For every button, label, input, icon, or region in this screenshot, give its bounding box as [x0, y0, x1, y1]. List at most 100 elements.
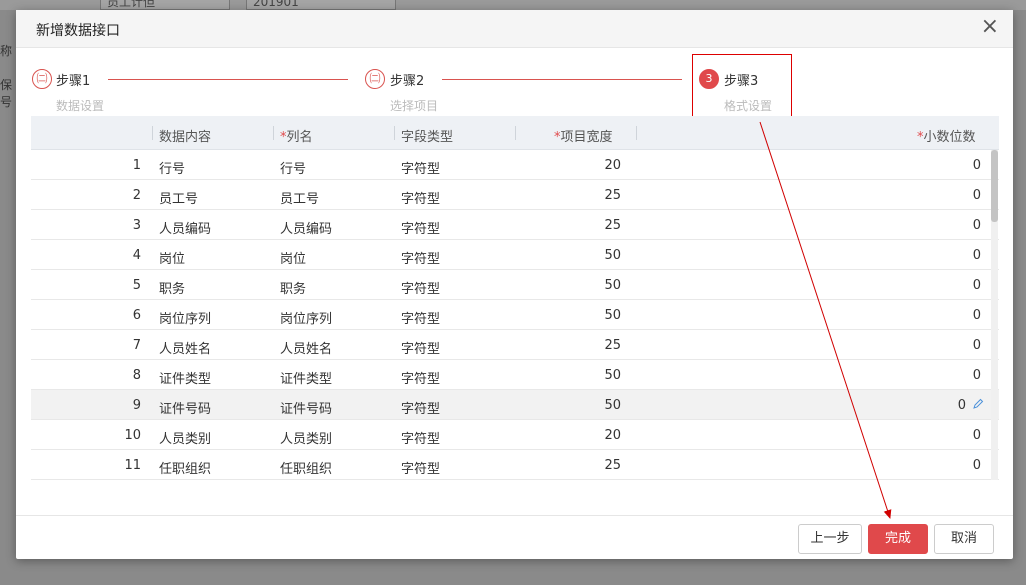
item-width-cell[interactable]: 50 [521, 398, 621, 413]
field-type-cell[interactable]: 字符型 [401, 188, 440, 207]
data-content-cell[interactable]: 人员姓名 [159, 338, 211, 357]
decimal-places-cell[interactable]: 0 [831, 338, 981, 353]
data-content-cell[interactable]: 证件类型 [159, 368, 211, 387]
data-content-cell[interactable]: 证件号码 [159, 398, 211, 417]
item-width-cell[interactable]: 25 [521, 338, 621, 353]
decimal-places-cell[interactable]: 0 [831, 458, 981, 473]
decimal-places-cell[interactable]: 0 [831, 428, 981, 443]
field-type-cell[interactable]: 字符型 [401, 248, 440, 267]
column-name-cell[interactable]: 人员姓名 [280, 338, 332, 357]
decimal-places-cell[interactable]: 0 [831, 218, 981, 233]
cancel-button[interactable]: 取消 [934, 524, 994, 554]
field-type-cell[interactable]: 字符型 [401, 278, 440, 297]
background-side-label-2: 保号 [0, 78, 13, 109]
wizard-steps: ㈡ 步骤1 数据设置 ㈡ 步骤2 选择项目 3 步骤3 格式设置 [16, 48, 1013, 120]
item-width-cell[interactable]: 20 [521, 428, 621, 443]
data-content-cell[interactable]: 任职组织 [159, 458, 211, 477]
row-index-cell: 7 [132, 338, 141, 353]
item-width-cell[interactable]: 50 [521, 368, 621, 383]
step-2-title: 步骤2 [390, 74, 425, 89]
table-row[interactable]: 8 证件类型 证件类型 字符型 50 0 [31, 360, 999, 390]
column-name-cell[interactable]: 员工号 [280, 188, 319, 207]
decimal-places-cell[interactable]: 0 [831, 158, 981, 173]
item-width-cell[interactable]: 50 [521, 278, 621, 293]
table-row[interactable]: 1 行号 行号 字符型 20 0 [31, 150, 999, 180]
data-content-cell[interactable]: 行号 [159, 158, 185, 177]
dialog-header: 新增数据接口 × [16, 10, 1013, 48]
data-content-cell[interactable]: 人员编码 [159, 218, 211, 237]
table-row[interactable]: 11 任职组织 任职组织 字符型 25 0 [31, 450, 999, 480]
header-divider [273, 126, 274, 140]
data-content-cell[interactable]: 人员类别 [159, 428, 211, 447]
step-1-title: 步骤1 [56, 74, 91, 89]
table-row[interactable]: 9 证件号码 证件号码 字符型 50 0 [31, 390, 999, 420]
table-row[interactable]: 3 人员编码 人员编码 字符型 25 0 [31, 210, 999, 240]
item-width-cell[interactable]: 50 [521, 308, 621, 323]
column-name-cell[interactable]: 职务 [280, 278, 306, 297]
close-icon[interactable]: × [981, 14, 999, 40]
dialog-title: 新增数据接口 [36, 23, 120, 39]
field-type-cell[interactable]: 字符型 [401, 428, 440, 447]
decimal-places-cell[interactable]: 0 [831, 188, 981, 203]
column-name-cell[interactable]: 证件号码 [280, 398, 332, 417]
header-label: 小数位数 [923, 130, 976, 145]
data-content-cell[interactable]: 员工号 [159, 188, 198, 207]
background-field-1: 员工计但 [100, 0, 230, 10]
column-name-cell[interactable]: 人员编码 [280, 218, 332, 237]
row-index-cell: 1 [132, 158, 141, 173]
table-row[interactable]: 5 职务 职务 字符型 50 0 [31, 270, 999, 300]
decimal-places-cell[interactable]: 0 [831, 308, 981, 323]
header-data-content: 数据内容 [159, 126, 211, 145]
field-type-cell[interactable]: 字符型 [401, 338, 440, 357]
scrollbar-thumb[interactable] [991, 150, 998, 222]
header-label: 字段类型 [401, 130, 454, 145]
decimal-places-cell[interactable]: 0 [831, 398, 966, 413]
column-name-cell[interactable]: 岗位序列 [280, 308, 332, 327]
field-type-cell[interactable]: 字符型 [401, 158, 440, 177]
field-type-cell[interactable]: 字符型 [401, 308, 440, 327]
data-content-cell[interactable]: 岗位 [159, 248, 185, 267]
table-scrollbar[interactable] [991, 150, 998, 480]
table-row[interactable]: 6 岗位序列 岗位序列 字符型 50 0 [31, 300, 999, 330]
column-name-cell[interactable]: 证件类型 [280, 368, 332, 387]
item-width-cell[interactable]: 20 [521, 158, 621, 173]
table-row[interactable]: 2 员工号 员工号 字符型 25 0 [31, 180, 999, 210]
data-content-cell[interactable]: 岗位序列 [159, 308, 211, 327]
step-2-subtitle: 选择项目 [390, 99, 439, 113]
field-type-cell[interactable]: 字符型 [401, 368, 440, 387]
row-index-cell: 11 [124, 458, 141, 473]
column-name-cell[interactable]: 人员类别 [280, 428, 332, 447]
finish-button[interactable]: 完成 [868, 524, 928, 554]
column-name-cell[interactable]: 任职组织 [280, 458, 332, 477]
step-3-annotation-box [692, 54, 792, 120]
edit-pencil-icon[interactable] [972, 398, 984, 410]
field-type-cell[interactable]: 字符型 [401, 458, 440, 477]
header-label: 数据内容 [159, 130, 212, 145]
header-label: 列名 [286, 130, 313, 145]
previous-step-button[interactable]: 上一步 [798, 524, 862, 554]
data-content-cell[interactable]: 职务 [159, 278, 185, 297]
row-index-cell: 6 [132, 308, 141, 323]
step-connector-2 [442, 79, 682, 80]
field-type-cell[interactable]: 字符型 [401, 218, 440, 237]
header-divider [515, 126, 516, 140]
field-type-cell[interactable]: 字符型 [401, 398, 440, 417]
item-width-cell[interactable]: 25 [521, 188, 621, 203]
table-row[interactable]: 4 岗位 岗位 字符型 50 0 [31, 240, 999, 270]
format-settings-table: 数据内容 *列名 字段类型 *项目宽度 *小数位数 1 行号 行号 字符型 20 0 2 员工… [31, 116, 999, 488]
decimal-places-cell[interactable]: 0 [831, 368, 981, 383]
decimal-places-cell[interactable]: 0 [831, 248, 981, 263]
item-width-cell[interactable]: 50 [521, 248, 621, 263]
table-header: 数据内容 *列名 字段类型 *项目宽度 *小数位数 [31, 116, 999, 150]
dialog-footer: 上一步 完成 取消 [16, 515, 1013, 559]
row-index-cell: 4 [132, 248, 141, 263]
item-width-cell[interactable]: 25 [521, 458, 621, 473]
column-name-cell[interactable]: 岗位 [280, 248, 306, 267]
table-row[interactable]: 7 人员姓名 人员姓名 字符型 25 0 [31, 330, 999, 360]
header-decimal-places: *小数位数 [917, 126, 976, 145]
item-width-cell[interactable]: 25 [521, 218, 621, 233]
decimal-places-cell[interactable]: 0 [831, 278, 981, 293]
header-column-name: *列名 [280, 126, 313, 145]
table-row[interactable]: 10 人员类别 人员类别 字符型 20 0 [31, 420, 999, 450]
column-name-cell[interactable]: 行号 [280, 158, 306, 177]
